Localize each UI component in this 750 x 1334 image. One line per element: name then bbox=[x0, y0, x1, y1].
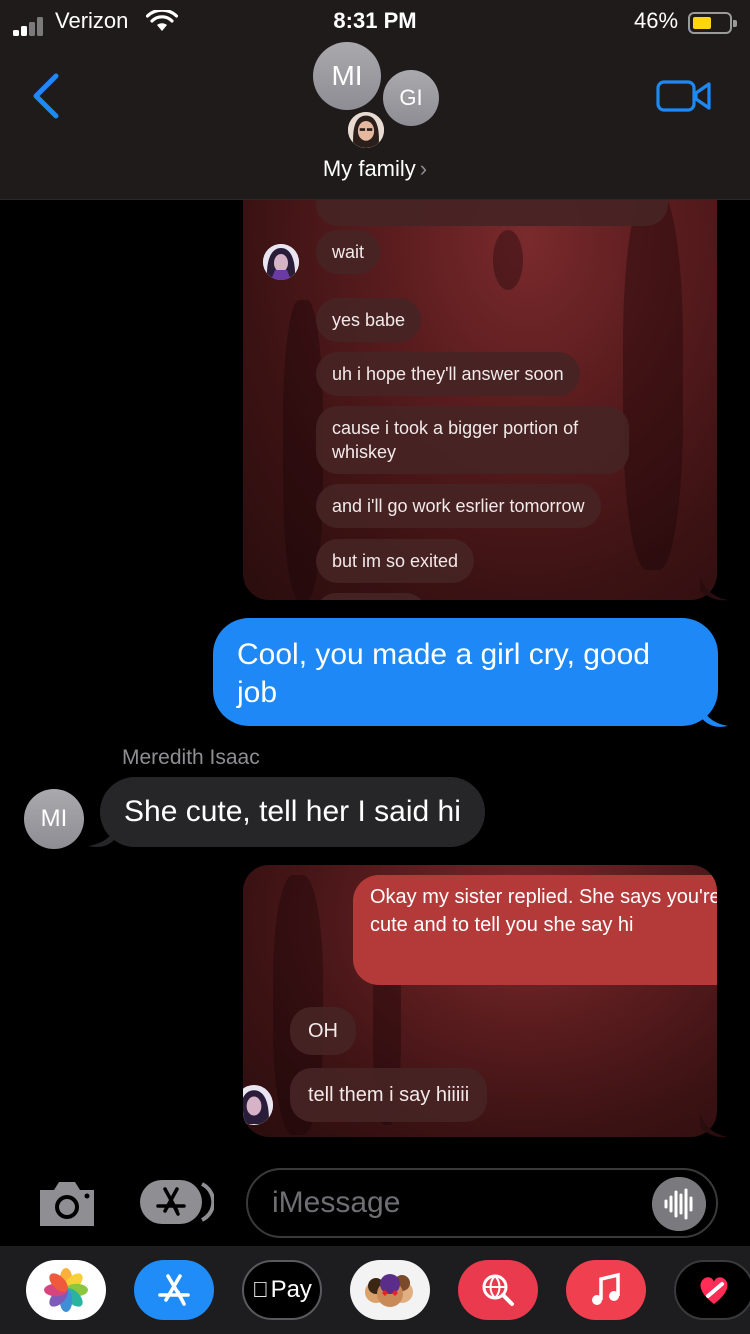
back-chevron-icon[interactable] bbox=[30, 72, 64, 120]
sent-message-bubble[interactable]: Cool, you made a girl cry, good job bbox=[213, 618, 718, 726]
imessage-input[interactable] bbox=[246, 1168, 718, 1238]
audio-message-icon[interactable] bbox=[652, 1177, 706, 1231]
sender-name: Meredith Isaac bbox=[122, 746, 260, 769]
chevron-right-icon: › bbox=[419, 156, 428, 181]
image-search-icon[interactable] bbox=[458, 1260, 538, 1320]
screenshot-message-partial bbox=[316, 593, 426, 600]
avatar-photo bbox=[346, 110, 386, 150]
video-call-icon[interactable] bbox=[656, 78, 712, 114]
screenshot-message: OH bbox=[290, 1007, 356, 1055]
attached-screenshot-1[interactable]: wait wait yes babe uh i hope they'll ans… bbox=[243, 150, 717, 600]
attached-screenshot-2[interactable]: Okay my sister replied. She says you're … bbox=[243, 865, 717, 1137]
bubble-tail bbox=[700, 576, 728, 601]
screenshot-message: uh i hope they'll answer soon bbox=[316, 352, 580, 396]
screenshot-message: and i'll go work esrlier tomorrow bbox=[316, 484, 601, 528]
screenshot-message: tell them i say hiiiii bbox=[290, 1068, 488, 1122]
group-avatars[interactable]: MI GI bbox=[300, 40, 450, 152]
bubble-tail bbox=[700, 700, 728, 727]
group-name[interactable]: My family › bbox=[0, 156, 750, 182]
screenshot-message: yes babe bbox=[316, 298, 422, 342]
contact-avatar-small bbox=[243, 1085, 273, 1125]
status-bar: Verizon 8:31 PM 46% bbox=[0, 6, 750, 36]
apps-button-icon[interactable] bbox=[138, 1178, 214, 1226]
sender-avatar[interactable]: MI bbox=[24, 789, 84, 849]
screenshot-message: but im so exited bbox=[316, 539, 475, 583]
photos-icon[interactable] bbox=[26, 1260, 106, 1320]
camera-icon[interactable] bbox=[36, 1178, 98, 1228]
memoji-stickers-icon[interactable] bbox=[350, 1260, 430, 1320]
avatar-gi: GI bbox=[383, 70, 439, 126]
navigation-header: Verizon 8:31 PM 46% MI GI My family › bbox=[0, 0, 750, 200]
digital-touch-icon[interactable] bbox=[674, 1260, 750, 1320]
app-drawer: Pay bbox=[0, 1246, 750, 1334]
screenshot-message: wait bbox=[316, 230, 381, 274]
avatar-mi: MI bbox=[313, 42, 381, 110]
received-message-bubble[interactable]: She cute, tell her I said hi bbox=[100, 777, 485, 847]
battery-icon bbox=[688, 12, 737, 34]
contact-avatar-small bbox=[263, 244, 299, 280]
screenshot-self-message: Okay my sister replied. She says you're … bbox=[353, 875, 717, 985]
music-icon[interactable] bbox=[566, 1260, 646, 1320]
apple-pay-icon[interactable]: Pay bbox=[242, 1260, 322, 1320]
bubble-tail bbox=[700, 1113, 728, 1138]
battery-percentage: 46% bbox=[634, 8, 679, 33]
app-store-icon[interactable] bbox=[134, 1260, 214, 1320]
screenshot-message: cause i took a bigger portion of whiskey bbox=[316, 406, 629, 474]
